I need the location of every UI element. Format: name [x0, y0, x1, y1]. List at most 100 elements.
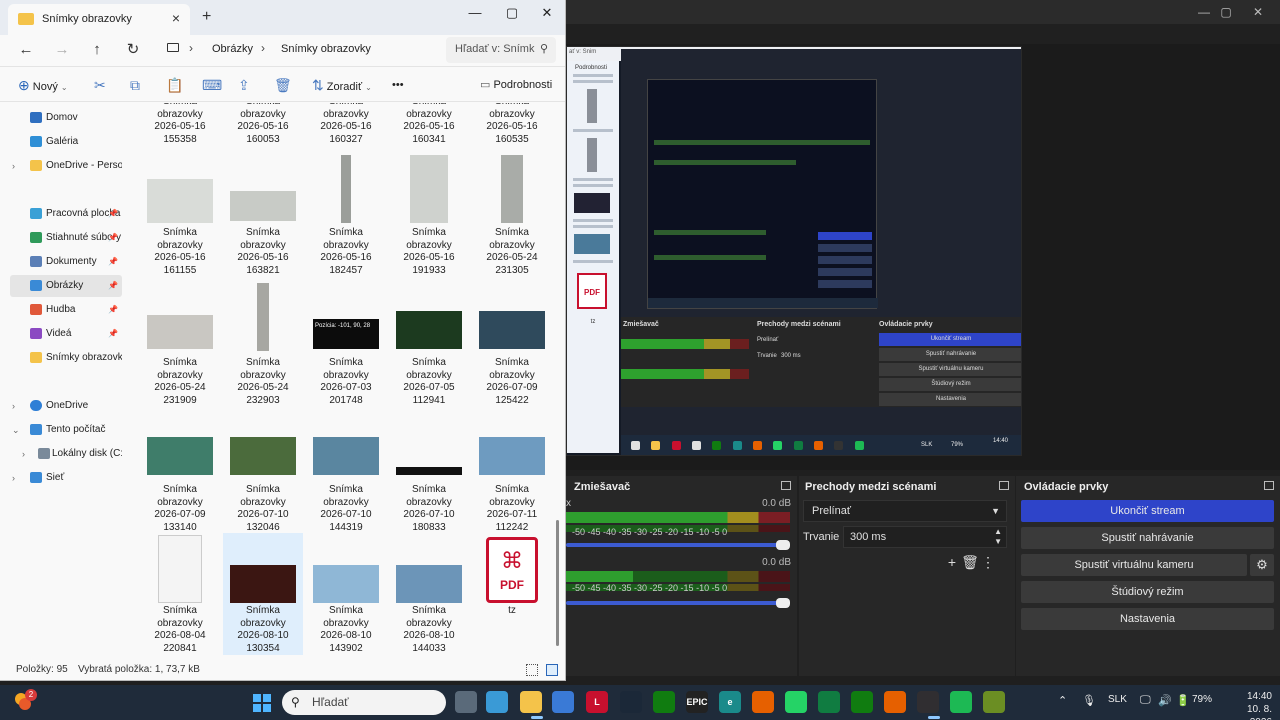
new-tab-button[interactable]: +	[202, 8, 211, 26]
refresh-button[interactable]: ↻	[123, 40, 143, 60]
dock-float-icon[interactable]	[1264, 481, 1274, 490]
obs-minimize-button[interactable]: —	[1196, 4, 1212, 20]
spin-arrows-icon[interactable]: ▲ ▼	[994, 527, 1002, 547]
copy-icon[interactable]: ⧉	[130, 76, 140, 94]
close-tab-icon[interactable]: ×	[172, 10, 180, 26]
l-app-taskbar-icon[interactable]: L	[586, 691, 608, 713]
sidebar-item-this-pc[interactable]: ⌄ Tento počítač	[10, 419, 122, 441]
forward-button[interactable]: →	[52, 40, 72, 60]
minimize-button[interactable]: —	[466, 4, 484, 22]
task-view-taskbar-icon[interactable]	[455, 691, 477, 713]
mixer-volume-knob-1[interactable]	[776, 540, 790, 550]
spotify-taskbar-icon[interactable]	[950, 691, 972, 713]
expand-chevron-icon[interactable]: ›	[12, 155, 15, 177]
details-view-icon[interactable]	[526, 664, 538, 676]
file-item-screenshot[interactable]: Snímka obrazovky 2026-07-09 125422	[472, 281, 552, 406]
sidebar-item-local-disk[interactable]: › Lokálny disk (C:)	[10, 443, 122, 465]
file-item-screenshot[interactable]: Snímka obrazovky 2026-07-11 112242	[472, 434, 552, 533]
file-item-screenshot[interactable]: Snímkaobrazovky2026-05-16160535	[472, 103, 552, 156]
more-vertical-icon[interactable]: ⋮	[979, 554, 997, 571]
sidebar-item-onedrive[interactable]: › OneDrive	[10, 395, 122, 417]
close-button[interactable]: ✕	[538, 4, 556, 22]
taskbar-search[interactable]: ⚲ Hľadať	[282, 690, 446, 715]
sidebar-item-music[interactable]: Hudba 📌	[10, 299, 122, 321]
file-item-screenshot[interactable]: Snímka obrazovky 2026-07-10 180833	[389, 434, 469, 533]
obs-taskbar-icon[interactable]	[917, 691, 939, 713]
file-item-screenshot[interactable]: Snímka obrazovky 2026-05-24 232903	[223, 281, 303, 406]
obs-close-button[interactable]: ✕	[1250, 4, 1266, 20]
breadcrumb-pictures[interactable]: Obrázky	[212, 43, 253, 55]
file-item-screenshot[interactable]: Snímka obrazovky 2026-05-24 231305	[472, 153, 552, 276]
start-virtual-camera-button[interactable]: Spustiť virtuálnu kameru	[1021, 554, 1247, 576]
xbox-2-taskbar-icon[interactable]	[851, 691, 873, 713]
obs-maximize-button[interactable]: ▢	[1218, 4, 1234, 20]
delete-icon[interactable]: 🗑	[274, 76, 292, 94]
file-item-screenshot[interactable]: Snímka obrazovky 2026-07-09 133140	[140, 434, 220, 533]
steam-taskbar-icon[interactable]	[620, 691, 642, 713]
up-button[interactable]: ↑	[87, 40, 107, 60]
details-button[interactable]: ▭ Podrobnosti	[480, 76, 552, 94]
clock[interactable]: 14:40 10. 8. 2026	[1222, 690, 1272, 720]
xbox-taskbar-icon[interactable]	[653, 691, 675, 713]
file-item-screenshot[interactable]: Snímka obrazovky 2026-05-16 161155	[140, 153, 220, 276]
sidebar-item-gallery[interactable]: Galéria	[10, 131, 122, 153]
settings-button[interactable]: Nastavenia	[1021, 608, 1274, 630]
mixer-volume-knob-2[interactable]	[776, 598, 790, 608]
collapse-chevron-icon[interactable]: ⌄	[12, 419, 20, 441]
whatsapp-taskbar-icon[interactable]	[785, 691, 807, 713]
store-taskbar-icon[interactable]	[552, 691, 574, 713]
file-item-screenshot[interactable]: Snímka obrazovky 2026-07-10 144319	[306, 434, 386, 533]
battery-icon[interactable]: 🔋	[1176, 694, 1190, 707]
firefox-taskbar-icon[interactable]	[752, 691, 774, 713]
address-bar[interactable]: › Obrázky › Snímky obrazovky	[159, 37, 441, 63]
share-icon[interactable]: ⇪	[238, 76, 250, 94]
tray-expand-icon[interactable]: ⌃	[1058, 694, 1067, 707]
file-item-screenshot[interactable]: Snímka obrazovky 2026-08-10 130354	[223, 533, 303, 655]
sort-button[interactable]: ⇅ Zoradiť ⌄	[312, 76, 372, 94]
edge-taskbar-icon[interactable]: e	[719, 691, 741, 713]
expand-chevron-icon[interactable]: ›	[12, 467, 15, 489]
minecraft-taskbar-icon[interactable]	[983, 691, 1005, 713]
file-item-screenshot[interactable]: Snímkaobrazovky2026-05-16160327	[306, 103, 386, 156]
sidebar-item-home[interactable]: Domov	[10, 107, 122, 129]
firefox-2-taskbar-icon[interactable]	[884, 691, 906, 713]
dock-float-icon[interactable]	[781, 481, 791, 490]
tiles-view-icon[interactable]	[546, 664, 558, 676]
mixer-volume-slider-1[interactable]	[566, 543, 782, 547]
expand-chevron-icon[interactable]: ›	[12, 395, 15, 417]
file-item-screenshot[interactable]: Snímka obrazovky 2026-05-24 231909	[140, 281, 220, 406]
copilot-taskbar-icon[interactable]	[486, 691, 508, 713]
back-button[interactable]: ←	[16, 40, 36, 60]
more-options-button[interactable]: •••	[392, 76, 404, 94]
maximize-button[interactable]: ▢	[503, 4, 521, 22]
obs-preview-canvas[interactable]: ať v: Snim Podrobnosti PDF tz Zmiešavač …	[566, 46, 1022, 456]
sidebar-item-pictures[interactable]: Obrázky 📌	[10, 275, 122, 297]
sidebar-item-documents[interactable]: Dokumenty 📌	[10, 251, 122, 273]
start-recording-button[interactable]: Spustiť nahrávanie	[1021, 527, 1274, 549]
start-button[interactable]	[253, 694, 271, 712]
explorer-tab[interactable]: Snímky obrazovky ×	[8, 4, 190, 35]
file-item-screenshot[interactable]: Snímka obrazovky 2026-08-10 144033	[389, 533, 469, 655]
trash-icon[interactable]: 🗑	[961, 554, 979, 571]
scrollbar-thumb[interactable]	[556, 520, 559, 646]
breadcrumb-screenshots[interactable]: Snímky obrazovky	[281, 43, 371, 55]
transition-select[interactable]: Prelínať ▼	[803, 500, 1007, 522]
stop-stream-button[interactable]: Ukončiť stream	[1021, 500, 1274, 522]
file-item-pdf[interactable]: PDF ⌘ tz	[472, 533, 552, 655]
duration-input[interactable]: 300 ms ▲ ▼	[843, 526, 1007, 548]
file-item-screenshot[interactable]: Snímka obrazovky 2026-07-05 112941	[389, 281, 469, 406]
sidebar-item-onedrive-personal[interactable]: › OneDrive - Persona	[10, 155, 122, 177]
expand-chevron-icon[interactable]: ›	[22, 443, 25, 465]
add-icon[interactable]: +	[943, 554, 961, 570]
epic-games-taskbar-icon[interactable]: EPIC	[686, 691, 708, 713]
sidebar-item-downloads[interactable]: Stiahnuté súbory 📌	[10, 227, 122, 249]
rename-icon[interactable]: ⌨	[202, 76, 222, 94]
mixer-volume-slider-2[interactable]	[566, 601, 782, 605]
volume-icon[interactable]: 🔊	[1158, 694, 1172, 707]
new-button[interactable]: ⊕ Nový ⌄	[18, 76, 68, 94]
file-item-screenshot[interactable]: Snímkaobrazovky2026-05-16160053	[223, 103, 303, 156]
sidebar-item-desktop[interactable]: Pracovná plocha 📌	[10, 203, 122, 225]
microphone-icon[interactable]: 🎙	[1082, 694, 1096, 707]
file-item-screenshot[interactable]: Pozícia: -101, 90, 28 Snímka obrazovky 2026…	[306, 281, 386, 406]
search-input[interactable]: Hľadať v: Snímk ⚲	[446, 37, 556, 63]
